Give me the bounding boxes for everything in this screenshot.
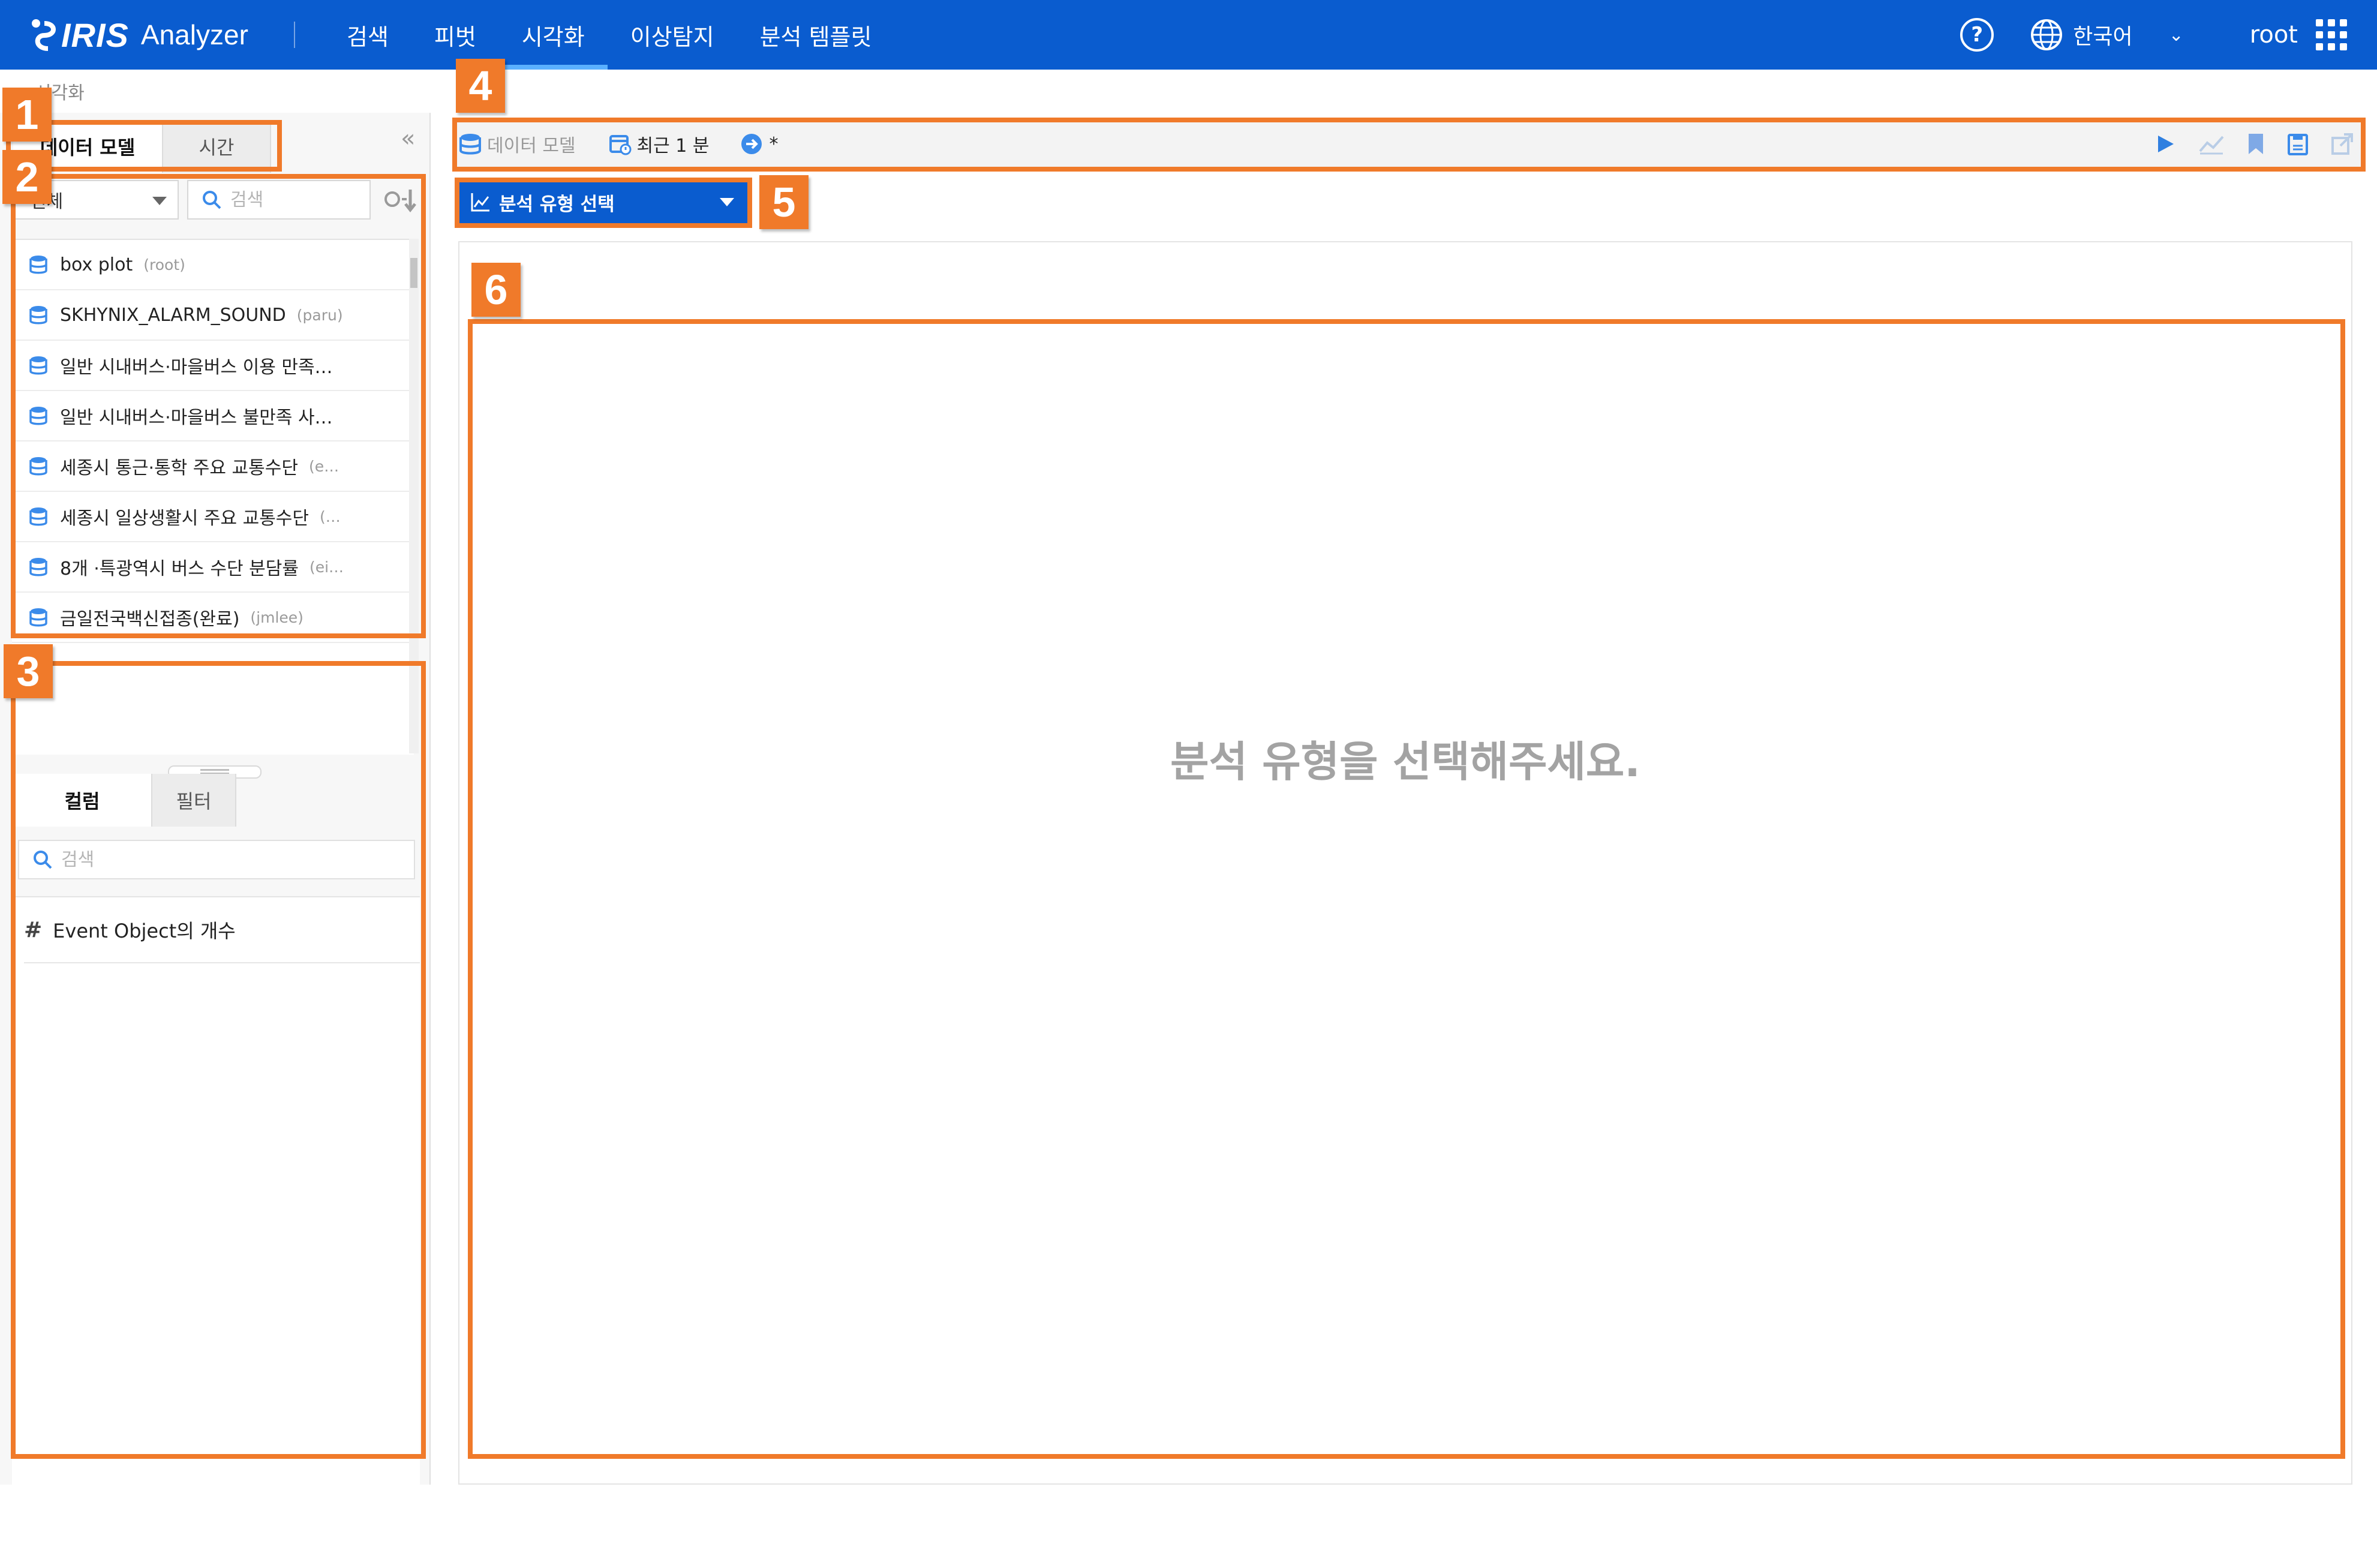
iris-logo-icon bbox=[32, 19, 56, 51]
callout-label-2: 2 bbox=[2, 150, 52, 204]
callout-box-5 bbox=[455, 178, 752, 228]
nav-divider bbox=[294, 22, 295, 48]
nav-item-template[interactable]: 분석 템플릿 bbox=[737, 0, 895, 70]
callout-box-4 bbox=[452, 118, 2366, 172]
callout-box-3 bbox=[11, 661, 426, 1459]
callout-label-1: 1 bbox=[2, 88, 52, 142]
help-icon[interactable]: ? bbox=[1960, 18, 1994, 52]
callout-label-6: 6 bbox=[471, 263, 521, 317]
nav-item-anomaly[interactable]: 이상탐지 bbox=[608, 0, 737, 70]
callout-box-6 bbox=[468, 319, 2345, 1459]
language-label[interactable]: 한국어 bbox=[2073, 19, 2132, 50]
user-name[interactable]: root bbox=[2250, 21, 2298, 49]
main-menu: 검색 피벗 시각화 이상탐지 분석 템플릿 bbox=[324, 0, 894, 70]
nav-item-visualization[interactable]: 시각화 bbox=[498, 0, 608, 70]
callout-label-4: 4 bbox=[456, 59, 505, 113]
nav-item-search[interactable]: 검색 bbox=[324, 0, 411, 70]
collapse-sidebar-icon[interactable]: « bbox=[401, 125, 415, 152]
chevron-down-icon[interactable]: ⌄ bbox=[2169, 25, 2184, 46]
callout-label-3: 3 bbox=[4, 644, 53, 698]
callout-label-5: 5 bbox=[759, 175, 809, 229]
apps-grid-icon[interactable] bbox=[2316, 19, 2347, 50]
globe-icon[interactable] bbox=[2030, 18, 2063, 52]
brand-logo[interactable]: IRIS Analyzer bbox=[30, 13, 248, 56]
brand-name: Analyzer bbox=[140, 19, 248, 50]
callout-box-2 bbox=[11, 174, 426, 638]
brand-mark: IRIS bbox=[61, 16, 129, 54]
top-navbar: IRIS Analyzer 검색 피벗 시각화 이상탐지 분석 템플릿 ? 한국… bbox=[0, 0, 2377, 70]
